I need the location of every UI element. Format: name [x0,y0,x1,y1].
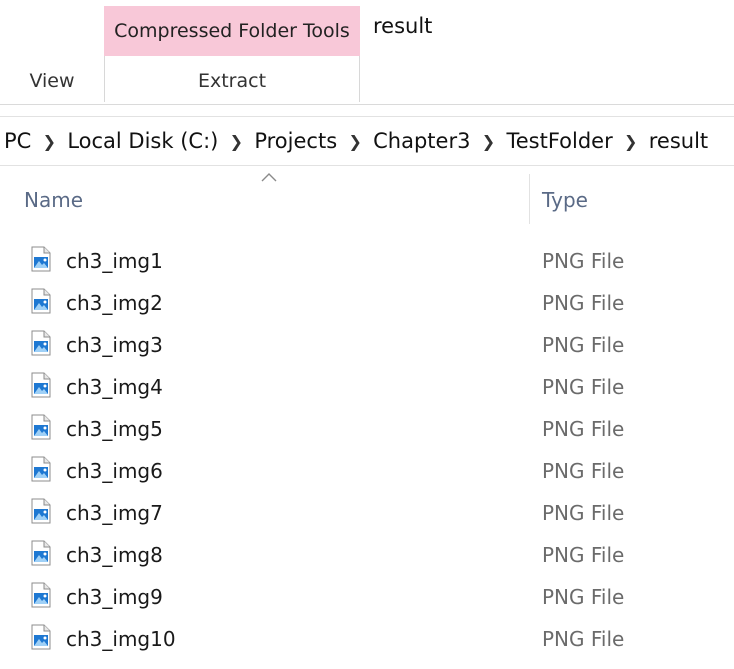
breadcrumb-projects[interactable]: Projects [254,129,337,153]
column-header-type[interactable]: Type [542,188,588,212]
chevron-right-icon[interactable]: ❯ [613,132,649,151]
breadcrumb-testfolder[interactable]: TestFolder [506,129,612,153]
breadcrumb-pc[interactable]: PC [0,129,31,153]
file-row[interactable]: ch3_img8 PNG File [0,534,734,576]
address-bar[interactable]: PC ❯ Local Disk (C:) ❯ Projects ❯ Chapte… [0,116,734,166]
chevron-right-icon[interactable]: ❯ [218,132,254,151]
file-row[interactable]: ch3_img2 PNG File [0,282,734,324]
file-row[interactable]: ch3_img10 PNG File [0,618,734,660]
file-name[interactable]: ch3_img5 [66,417,163,441]
file-type: PNG File [542,459,625,483]
file-type: PNG File [542,501,625,525]
file-name[interactable]: ch3_img7 [66,501,163,525]
file-type: PNG File [542,543,625,567]
image-file-icon [31,540,51,566]
file-name[interactable]: ch3_img4 [66,375,163,399]
breadcrumb-local-disk[interactable]: Local Disk (C:) [67,129,218,153]
column-divider[interactable] [529,174,530,224]
sort-ascending-icon [261,173,277,182]
tab-view[interactable]: View [0,56,104,106]
file-row[interactable]: ch3_img3 PNG File [0,324,734,366]
compressed-folder-tools-group: Compressed Folder Tools Extract [104,6,360,106]
image-file-icon [31,498,51,524]
tab-extract[interactable]: Extract [104,58,360,104]
chevron-right-icon[interactable]: ❯ [470,132,506,151]
file-type: PNG File [542,627,625,651]
file-name[interactable]: ch3_img3 [66,333,163,357]
image-file-icon [31,456,51,482]
file-name[interactable]: ch3_img6 [66,459,163,483]
file-row[interactable]: ch3_img6 PNG File [0,450,734,492]
file-name[interactable]: ch3_img1 [66,249,163,273]
breadcrumb-result[interactable]: result [649,129,708,153]
file-name[interactable]: ch3_img8 [66,543,163,567]
file-row[interactable]: ch3_img7 PNG File [0,492,734,534]
file-type: PNG File [542,585,625,609]
file-list: ch3_img1 PNG File ch3_img2 PNG File ch3_img3… [0,240,734,660]
file-type: PNG File [542,333,625,357]
column-header-name[interactable]: Name [24,188,83,212]
file-row[interactable]: ch3_img9 PNG File [0,576,734,618]
file-type: PNG File [542,375,625,399]
chevron-right-icon[interactable]: ❯ [337,132,373,151]
ribbon: View Compressed Folder Tools Extract res… [0,0,734,106]
file-type: PNG File [542,249,625,273]
image-file-icon [31,330,51,356]
image-file-icon [31,582,51,608]
file-row[interactable]: ch3_img1 PNG File [0,240,734,282]
file-row[interactable]: ch3_img4 PNG File [0,366,734,408]
context-group-label: Compressed Folder Tools [104,6,360,56]
image-file-icon [31,288,51,314]
file-row[interactable]: ch3_img5 PNG File [0,408,734,450]
file-type: PNG File [542,417,625,441]
file-type: PNG File [542,291,625,315]
image-file-icon [31,372,51,398]
file-name[interactable]: ch3_img10 [66,627,176,651]
column-header-row [0,170,734,226]
chevron-right-icon[interactable]: ❯ [31,132,67,151]
breadcrumb-chapter3[interactable]: Chapter3 [373,129,470,153]
image-file-icon [31,246,51,272]
file-name[interactable]: ch3_img2 [66,291,163,315]
ribbon-divider [0,104,734,105]
image-file-icon [31,414,51,440]
window-title: result [373,14,433,38]
file-name[interactable]: ch3_img9 [66,585,163,609]
image-file-icon [31,624,51,650]
